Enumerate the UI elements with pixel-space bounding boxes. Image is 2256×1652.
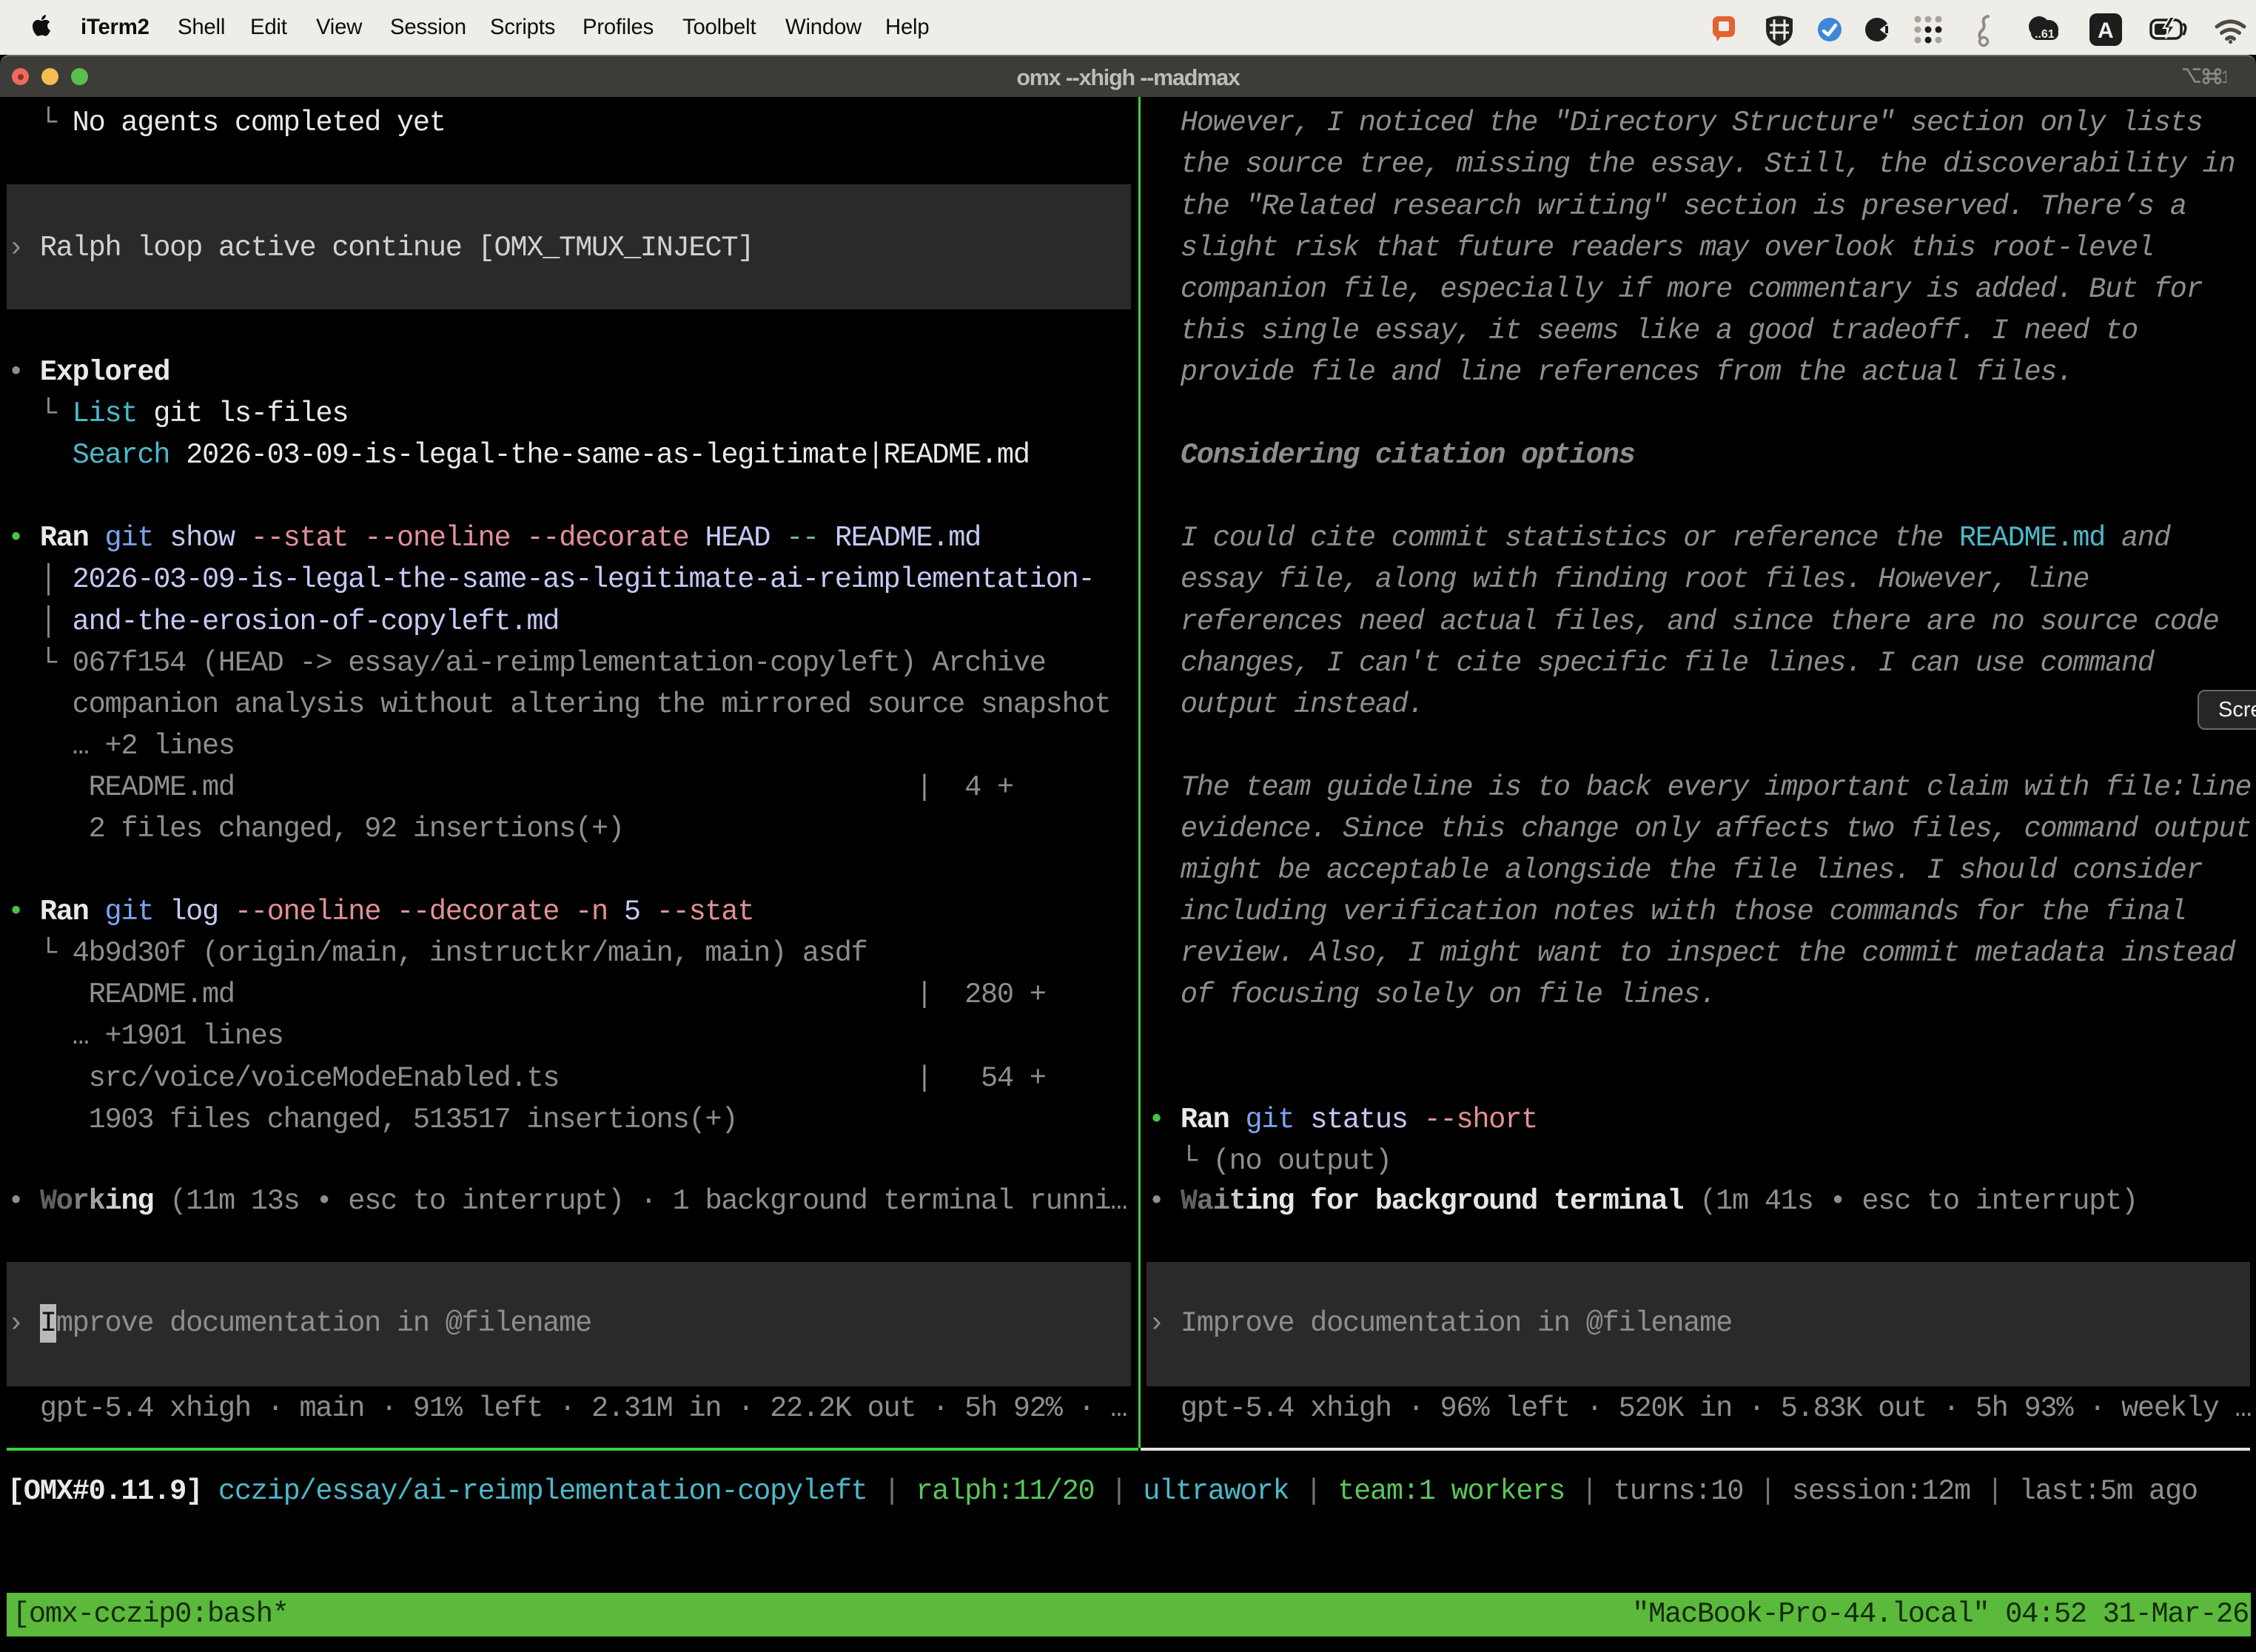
svg-text:A: A: [2098, 19, 2114, 43]
svg-text:..61: ..61: [2035, 28, 2055, 41]
svg-text:1: 1: [2221, 67, 2226, 86]
